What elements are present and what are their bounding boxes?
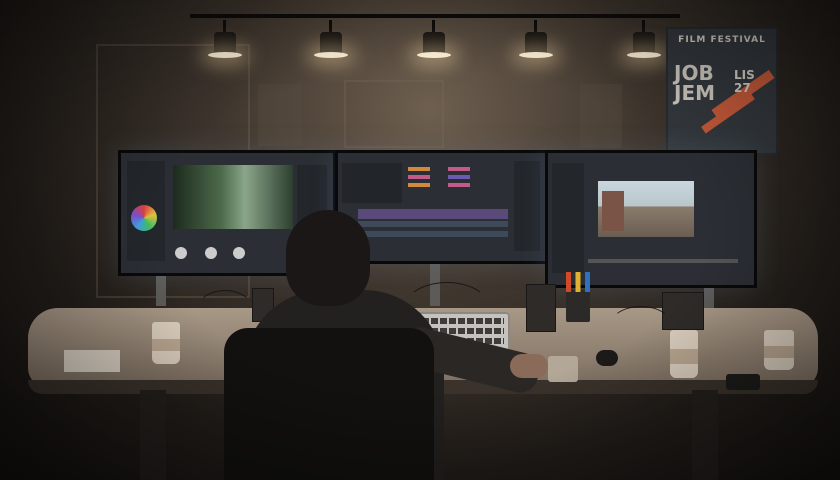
mouse	[596, 350, 618, 366]
bookshelf-center	[344, 80, 444, 148]
ceiling-lamp-1	[208, 20, 242, 58]
timeline-clip	[448, 175, 470, 179]
playback-bar	[588, 259, 738, 263]
cable	[610, 306, 672, 344]
timeline-track-band	[358, 231, 508, 237]
wall-panel-center-left	[258, 84, 302, 146]
ceiling-lamp-5	[627, 20, 661, 58]
timeline-clip	[408, 175, 430, 179]
mouse-pad	[548, 356, 578, 382]
pencil-cup	[566, 290, 590, 322]
poster-title: FILM FESTIVAL	[678, 35, 766, 45]
track-list	[342, 163, 402, 203]
viewer-frame	[173, 165, 293, 229]
preview-building	[602, 191, 624, 231]
editor-hand	[510, 354, 548, 378]
media-list	[552, 163, 584, 273]
desk-leg-left	[140, 390, 166, 480]
coffee-cup-left	[152, 322, 180, 364]
poster-big-text: JOB JEM	[674, 61, 716, 105]
color-wheel	[131, 205, 157, 231]
pencils	[566, 272, 590, 292]
timeline-clip	[408, 167, 430, 171]
timeline-track-band	[358, 209, 508, 219]
control-dial	[233, 247, 245, 259]
timeline-clip	[448, 167, 470, 171]
phone	[726, 374, 760, 390]
wall-panel-center-right	[580, 84, 622, 148]
ceiling-lamp-3	[417, 20, 451, 58]
notepad	[64, 350, 120, 372]
coffee-cup-center-right	[670, 330, 698, 378]
cable	[196, 290, 254, 332]
editing-room-scene: FILM FESTIVAL JOB JEM LIS 27	[0, 0, 840, 480]
timeline-clip	[448, 183, 470, 187]
preview-screen	[548, 153, 754, 285]
coffee-cup-right	[764, 330, 794, 370]
control-dial	[205, 247, 217, 259]
inspector-panel	[514, 161, 540, 251]
office-chair	[224, 328, 434, 480]
control-dial	[175, 247, 187, 259]
ceiling-lamp-4	[519, 20, 553, 58]
film-festival-poster: FILM FESTIVAL JOB JEM LIS 27	[666, 27, 778, 155]
monitor-right	[545, 150, 757, 288]
timeline-clip	[408, 183, 430, 187]
poster-side-text: LIS 27	[734, 68, 755, 95]
lighting-track	[190, 14, 680, 18]
speaker-right	[526, 284, 556, 332]
editor-person-head	[286, 210, 370, 306]
timeline-track-band	[358, 221, 508, 227]
desk-leg-right	[692, 390, 718, 480]
ceiling-lamp-2	[314, 20, 348, 58]
